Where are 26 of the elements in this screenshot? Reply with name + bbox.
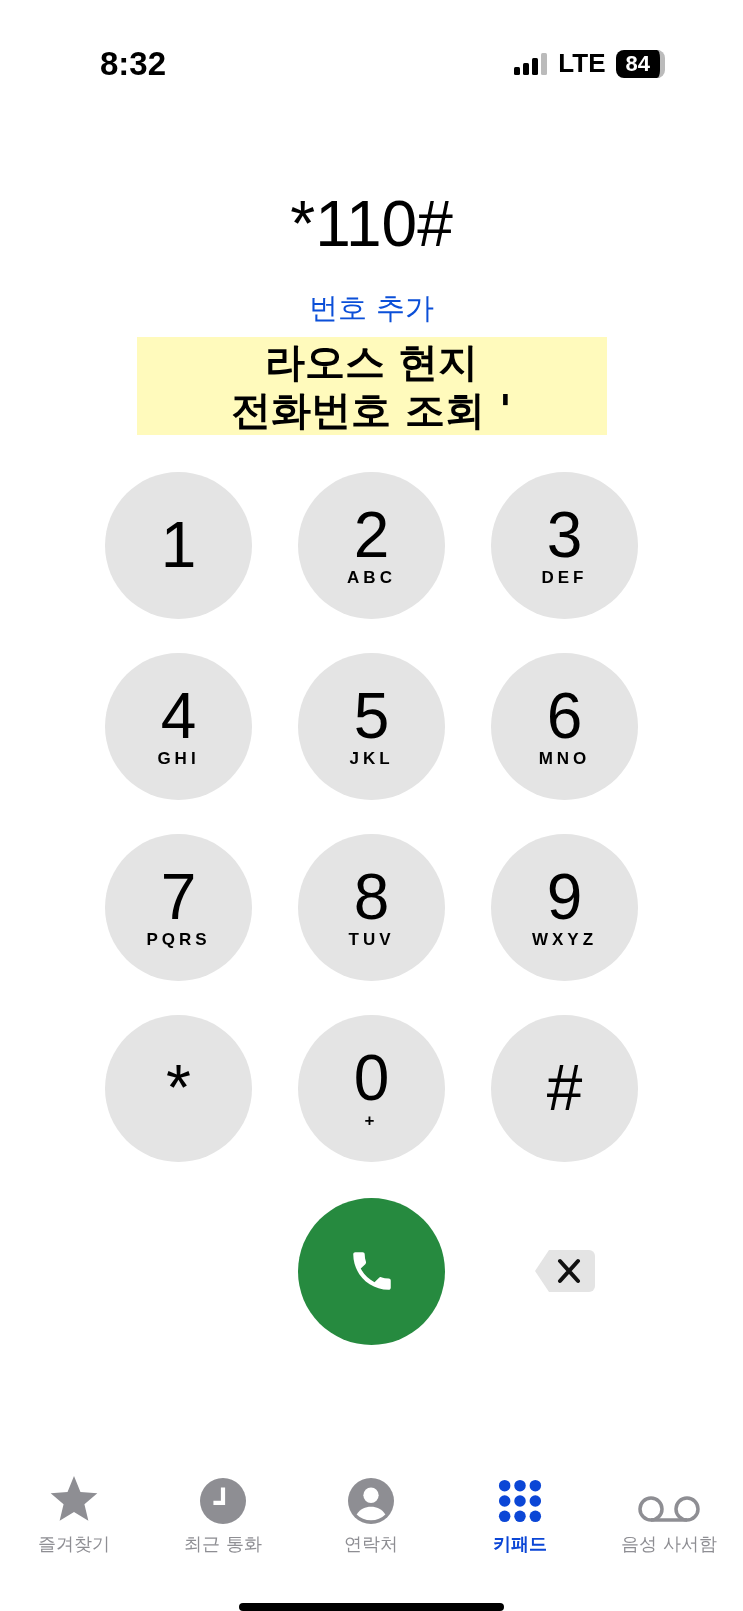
keypad-key[interactable]: 1 — [105, 471, 252, 619]
keypad-key[interactable]: * — [105, 1014, 252, 1162]
caption-text: 라오스 현지 — [264, 337, 479, 386]
keypad-key[interactable]: 6 MNO — [491, 652, 638, 800]
voicemail-icon — [636, 1493, 701, 1524]
dialed-number: *110# — [289, 186, 454, 262]
keypad-key[interactable]: 0 + — [298, 1014, 445, 1162]
tab-item[interactable]: 키패드 — [445, 1455, 595, 1556]
signal-icon — [514, 53, 549, 75]
keypad-key[interactable]: 4 GHI — [105, 652, 252, 800]
caption-text: 전화번호 조회 ' — [231, 385, 512, 434]
keypad-key[interactable]: 8 TUV — [298, 833, 445, 981]
contact-icon — [348, 1477, 395, 1524]
keypad-key[interactable]: 7 PQRS — [105, 833, 252, 981]
backspace-icon[interactable] — [532, 1248, 597, 1295]
keypad-key[interactable]: 2 ABC — [298, 471, 445, 619]
network-label: LTE — [558, 48, 606, 80]
keypad-key[interactable]: 5 JKL — [298, 652, 445, 800]
add-number-link[interactable]: 번호 추가 — [308, 289, 435, 326]
keypad-key[interactable]: 3 DEF — [491, 471, 638, 619]
keypad-icon — [497, 1477, 544, 1524]
battery-indicator: 84 — [615, 50, 665, 78]
keypad-key[interactable]: # — [491, 1014, 638, 1162]
clock-icon — [199, 1477, 246, 1524]
status-time: 8:32 — [100, 45, 167, 83]
keypad-key[interactable]: 9 WXYZ — [491, 833, 638, 981]
